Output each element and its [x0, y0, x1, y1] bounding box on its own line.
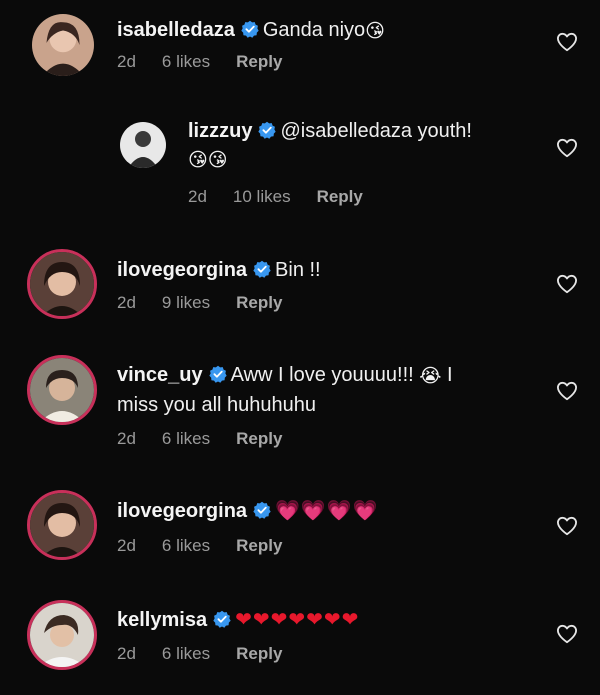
- reply-button[interactable]: Reply: [236, 429, 282, 448]
- comment-meta: 2d 6 likes Reply: [117, 52, 308, 72]
- verified-badge-icon: [213, 610, 231, 628]
- comment-text-line: vince_uy Aww I love youuuu!!! 😭 I: [117, 362, 530, 390]
- comment-meta: 2d 6 likes Reply: [117, 429, 308, 449]
- heart-outline-icon[interactable]: [556, 624, 578, 644]
- emoji: 😭: [419, 366, 442, 387]
- comment-meta: 2d 10 likes Reply: [188, 187, 389, 207]
- comment-text: I: [447, 364, 453, 386]
- comment-age: 2d: [117, 52, 136, 71]
- comment-text-line: miss you all huhuhuhu: [117, 392, 530, 418]
- reply-button[interactable]: Reply: [236, 52, 282, 71]
- avatar[interactable]: [27, 249, 97, 319]
- likes-count[interactable]: 6 likes: [162, 536, 210, 555]
- comment-item: ilovegeorgina Bin !! 2d 9 likes Reply: [0, 240, 600, 340]
- comment-item: lizzzuy @isabelledaza youth! 😘😘 2d 10 like…: [0, 100, 600, 230]
- comment-text-line: 😘😘: [188, 146, 530, 174]
- reply-button[interactable]: Reply: [236, 644, 282, 663]
- likes-count[interactable]: 10 likes: [233, 187, 291, 206]
- comment-text: miss you all huhuhuhu: [117, 394, 317, 416]
- comment-text-line: isabelledaza Ganda niyo😘: [117, 17, 530, 45]
- username[interactable]: ilovegeorgina: [117, 259, 247, 281]
- username[interactable]: lizzzuy: [188, 120, 252, 142]
- avatar[interactable]: [27, 355, 97, 425]
- avatar[interactable]: [120, 122, 166, 168]
- likes-count[interactable]: 6 likes: [162, 644, 210, 663]
- verified-badge-icon: [241, 20, 259, 38]
- verified-badge-icon: [209, 365, 227, 383]
- comment-meta: 2d 6 likes Reply: [117, 536, 308, 556]
- comment-age: 2d: [188, 187, 207, 206]
- avatar[interactable]: [27, 600, 97, 670]
- username[interactable]: vince_uy: [117, 364, 203, 386]
- verified-badge-icon: [258, 121, 276, 139]
- avatar[interactable]: [27, 490, 97, 560]
- likes-count[interactable]: 9 likes: [162, 293, 210, 312]
- likes-count[interactable]: 6 likes: [162, 429, 210, 448]
- heart-outline-icon[interactable]: [556, 516, 578, 536]
- reply-button[interactable]: Reply: [317, 187, 363, 206]
- reply-button[interactable]: Reply: [236, 293, 282, 312]
- heart-outline-icon[interactable]: [556, 138, 578, 158]
- username[interactable]: kellymisa: [117, 609, 207, 631]
- reply-button[interactable]: Reply: [236, 536, 282, 555]
- comment-text: Bin !!: [275, 259, 321, 281]
- comment-item: ilovegeorgina 💗💗💗💗 2d 6 likes Reply: [0, 480, 600, 585]
- comment-item: kellymisa ❤❤❤❤❤❤❤ 2d 6 likes Reply: [0, 590, 600, 695]
- comment-meta: 2d 6 likes Reply: [117, 644, 308, 664]
- comment-age: 2d: [117, 293, 136, 312]
- comment-text-line: ilovegeorgina Bin !!: [117, 257, 530, 283]
- heart-outline-icon[interactable]: [556, 32, 578, 52]
- username[interactable]: isabelledaza: [117, 19, 235, 41]
- comment-text-line: kellymisa ❤❤❤❤❤❤❤: [117, 607, 530, 633]
- heart-outline-icon[interactable]: [556, 274, 578, 294]
- username[interactable]: ilovegeorgina: [117, 500, 247, 522]
- comment-text: ❤❤❤❤❤❤❤: [235, 609, 360, 631]
- comment-age: 2d: [117, 429, 136, 448]
- comment-text-line: ilovegeorgina 💗💗💗💗: [117, 498, 530, 524]
- emoji: 😘😘: [188, 150, 228, 171]
- comment-age: 2d: [117, 644, 136, 663]
- comment-text: @isabelledaza youth!: [280, 120, 472, 142]
- comment-age: 2d: [117, 536, 136, 555]
- verified-badge-icon: [253, 260, 271, 278]
- likes-count[interactable]: 6 likes: [162, 52, 210, 71]
- comment-text: 💗💗💗💗: [275, 500, 379, 522]
- comment-text-line: lizzzuy @isabelledaza youth!: [188, 118, 530, 144]
- heart-outline-icon[interactable]: [556, 381, 578, 401]
- comment-meta: 2d 9 likes Reply: [117, 293, 308, 313]
- comment-item: isabelledaza Ganda niyo😘 2d 6 likes Reply: [0, 0, 600, 100]
- emoji: 😘: [365, 21, 385, 42]
- comment-item: vince_uy Aww I love youuuu!!! 😭 I miss yo…: [0, 345, 600, 475]
- verified-badge-icon: [253, 501, 271, 519]
- comment-text: Aww I love youuuu!!!: [230, 364, 414, 386]
- comment-text: Ganda niyo: [262, 19, 366, 41]
- avatar[interactable]: [32, 14, 94, 76]
